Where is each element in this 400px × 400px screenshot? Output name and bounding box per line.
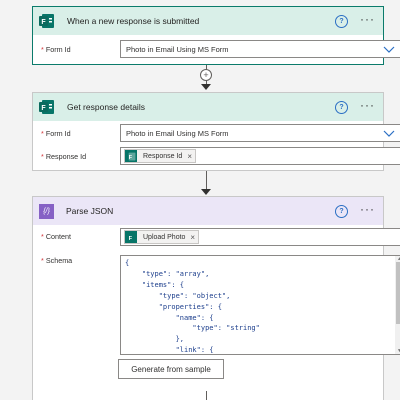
form-id-row: * Form Id Photo in Email Using MS Form bbox=[33, 38, 400, 61]
microsoft-forms-icon: F bbox=[125, 150, 137, 162]
form-id-label: * Form Id bbox=[41, 129, 71, 138]
more-options-icon[interactable]: ··· bbox=[360, 99, 375, 111]
trigger-card[interactable]: F When a new response is submitted ? ···… bbox=[32, 6, 400, 65]
upload-photo-token-label: Upload Photo bbox=[143, 233, 186, 241]
chevron-down-icon bbox=[383, 130, 395, 137]
microsoft-forms-icon: F bbox=[39, 99, 55, 115]
help-icon[interactable]: ? bbox=[335, 100, 348, 114]
response-id-label: * Response Id bbox=[41, 152, 87, 161]
microsoft-forms-icon: F bbox=[125, 231, 137, 243]
schema-text: { "type": "array", "items": { "type": "o… bbox=[125, 259, 260, 355]
help-icon[interactable]: ? bbox=[335, 204, 348, 218]
trigger-card-title: When a new response is submitted bbox=[67, 16, 200, 26]
microsoft-forms-icon: F bbox=[39, 13, 55, 29]
more-options-icon[interactable]: ··· bbox=[360, 13, 375, 25]
generate-from-sample-button[interactable]: Generate from sample bbox=[118, 359, 224, 379]
content-label: * Content bbox=[41, 232, 71, 241]
schema-row: * Schema { "type": "array", "items": { "… bbox=[33, 251, 400, 361]
remove-token-icon[interactable]: × bbox=[190, 233, 195, 242]
svg-text:F: F bbox=[128, 235, 132, 241]
form-id-dropdown[interactable]: Photo in Email Using MS Form bbox=[120, 124, 400, 142]
schema-textarea[interactable]: { "type": "array", "items": { "type": "o… bbox=[120, 255, 400, 355]
upload-photo-token[interactable]: F Upload Photo × bbox=[124, 230, 200, 244]
scrollbar-thumb[interactable] bbox=[396, 262, 400, 324]
form-id-label: * Form Id bbox=[41, 45, 71, 54]
parse-json-header[interactable]: {/} Parse JSON ? ··· bbox=[33, 197, 383, 225]
content-row: * Content F Upload Photo × bbox=[33, 225, 400, 251]
svg-text:F: F bbox=[41, 19, 46, 26]
chevron-down-icon bbox=[383, 46, 395, 53]
trigger-card-header[interactable]: F When a new response is submitted ? ··· bbox=[33, 7, 383, 35]
add-step-button[interactable]: + bbox=[200, 69, 212, 81]
data-operation-icon: {/} bbox=[39, 203, 54, 219]
connector-arrow bbox=[201, 189, 211, 195]
content-input[interactable]: F Upload Photo × bbox=[120, 228, 400, 246]
form-id-value: Photo in Email Using MS Form bbox=[126, 44, 229, 54]
response-id-row: * Response Id F Response Id × bbox=[33, 145, 400, 168]
connector-line bbox=[206, 171, 207, 191]
get-response-details-header[interactable]: F Get response details ? ··· bbox=[33, 93, 383, 121]
help-icon[interactable]: ? bbox=[335, 14, 348, 28]
response-id-token-label: Response Id bbox=[143, 152, 183, 160]
schema-label: * Schema bbox=[41, 256, 73, 265]
response-id-input[interactable]: F Response Id × bbox=[120, 147, 400, 165]
remove-token-icon[interactable]: × bbox=[187, 152, 192, 161]
get-response-details-card[interactable]: F Get response details ? ··· * Form Id P… bbox=[32, 92, 400, 171]
svg-text:F: F bbox=[128, 154, 132, 160]
form-id-row: * Form Id Photo in Email Using MS Form bbox=[33, 122, 400, 145]
form-id-value: Photo in Email Using MS Form bbox=[126, 128, 229, 138]
parse-json-title: Parse JSON bbox=[66, 206, 114, 216]
form-id-dropdown[interactable]: Photo in Email Using MS Form bbox=[120, 40, 400, 58]
connector-line bbox=[206, 391, 207, 400]
more-options-icon[interactable]: ··· bbox=[360, 203, 375, 215]
schema-scrollbar[interactable]: ▲ ▼ bbox=[395, 256, 400, 354]
response-id-token[interactable]: F Response Id × bbox=[124, 149, 196, 163]
get-response-details-title: Get response details bbox=[67, 102, 145, 112]
svg-text:F: F bbox=[41, 105, 46, 112]
connector-arrow bbox=[201, 84, 211, 90]
